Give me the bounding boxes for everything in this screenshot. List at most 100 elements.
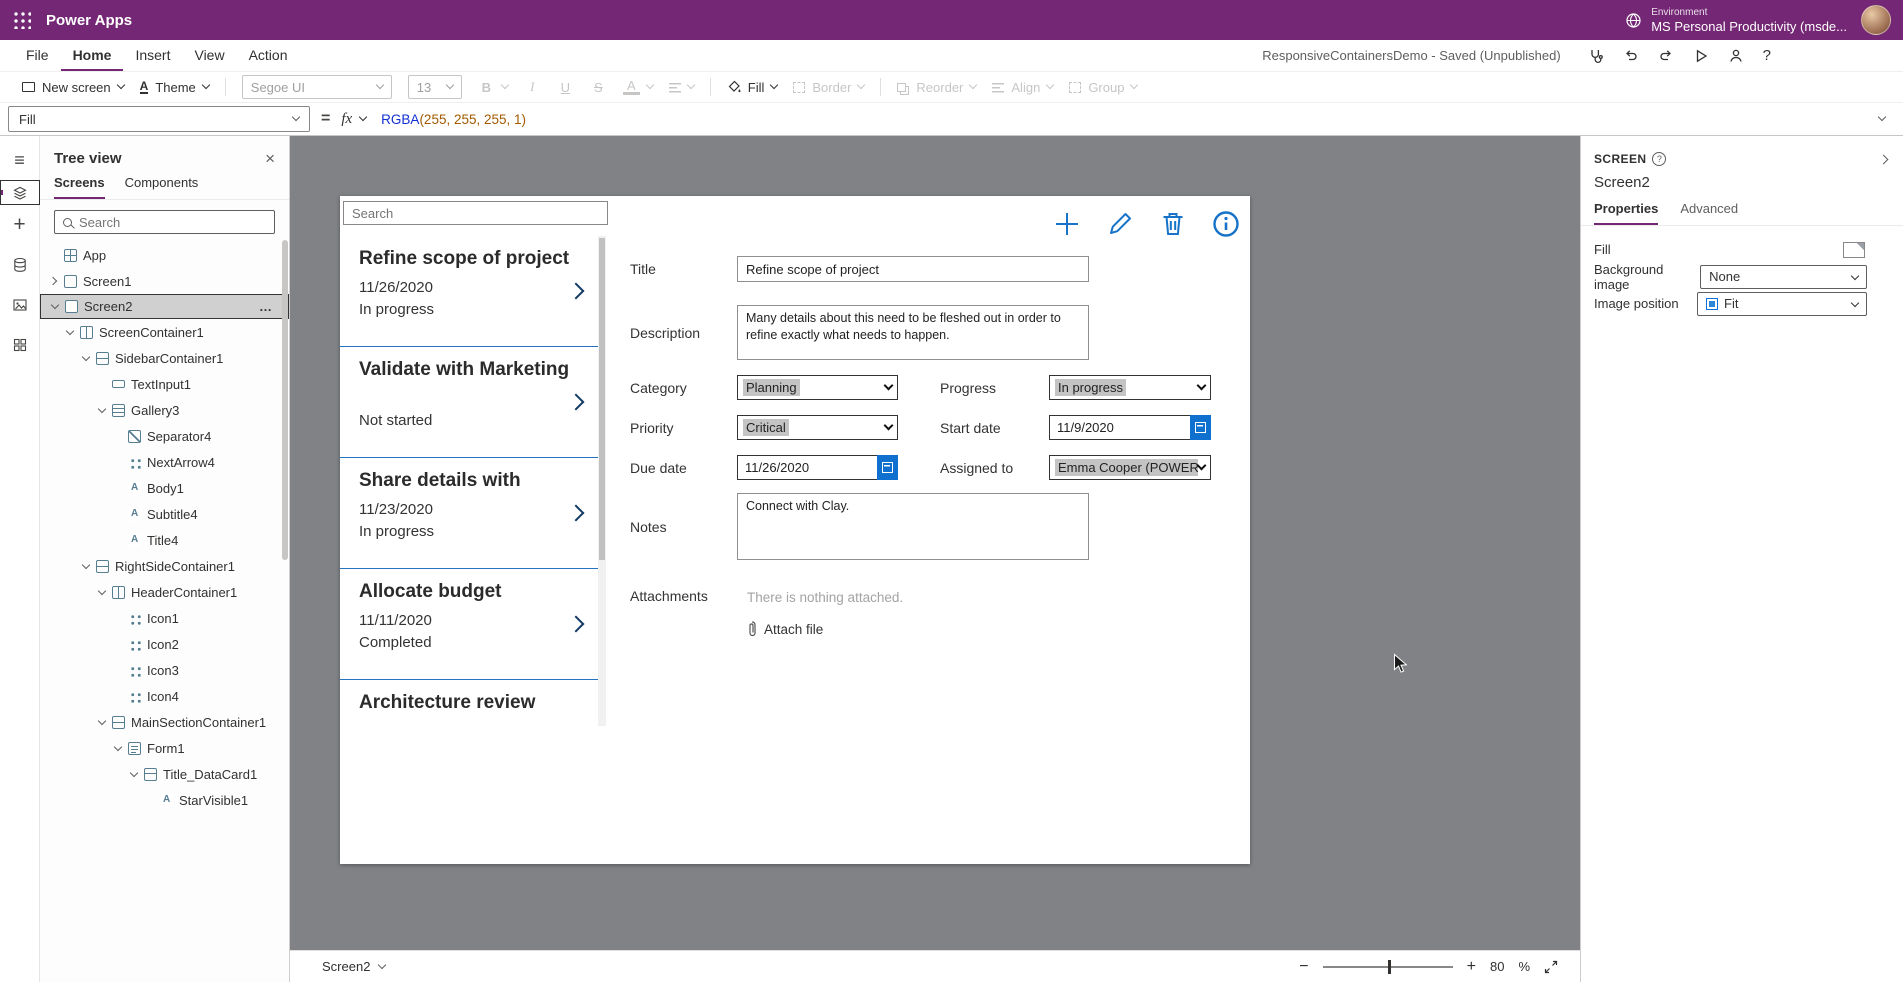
tree-expand-chevron-icon[interactable] <box>110 532 126 548</box>
delete-record-button[interactable] <box>1157 208 1189 240</box>
app-title[interactable]: Power Apps <box>46 12 132 29</box>
menu-item[interactable]: View <box>182 40 236 71</box>
tree-item[interactable]: RightSideContainer1 <box>40 553 289 579</box>
tree-item[interactable]: Icon4 <box>40 683 289 709</box>
strikethrough-button[interactable]: S <box>590 80 607 95</box>
tree-search-input[interactable] <box>79 215 266 230</box>
tree-item[interactable]: StarVisible1 <box>40 787 289 813</box>
tree-expand-chevron-icon[interactable] <box>94 376 110 392</box>
tree-expand-chevron-icon[interactable] <box>94 402 110 418</box>
advanced-tools-icon[interactable] <box>0 325 40 365</box>
tree-expand-chevron-icon[interactable] <box>110 428 126 444</box>
collapse-panel-icon[interactable] <box>1879 154 1889 164</box>
media-icon[interactable] <box>0 285 40 325</box>
gallery-item[interactable]: Validate with Marketing Not started <box>340 347 598 458</box>
fit-to-window-icon[interactable] <box>1544 960 1558 974</box>
category-dropdown[interactable]: Planning <box>737 375 898 400</box>
properties-tab[interactable]: Properties <box>1594 201 1658 225</box>
tree-item[interactable]: MainSectionContainer1 <box>40 709 289 735</box>
tree-scrollbar[interactable] <box>282 240 288 560</box>
gallery-item[interactable]: Refine scope of project 11/26/2020 In pr… <box>340 236 598 347</box>
calendar-icon[interactable] <box>1190 415 1211 440</box>
bold-button[interactable]: B <box>478 80 508 95</box>
redo-icon[interactable] <box>1656 46 1676 66</box>
preview-play-icon[interactable] <box>1691 46 1711 66</box>
zoom-in-button[interactable]: + <box>1467 959 1476 975</box>
title-field[interactable] <box>737 256 1089 282</box>
due-date-field[interactable] <box>737 455 898 480</box>
start-date-input[interactable] <box>1049 415 1190 440</box>
background-image-dropdown[interactable]: None <box>1700 265 1867 289</box>
insert-icon[interactable]: + <box>0 205 40 245</box>
help-circle-icon[interactable]: ? <box>1652 152 1666 166</box>
tree-view-icon[interactable] <box>0 180 40 205</box>
font-color-button[interactable]: A <box>623 79 653 95</box>
undo-icon[interactable] <box>1621 46 1641 66</box>
data-icon[interactable] <box>0 245 40 285</box>
tree-item[interactable]: Title_DataCard1 <box>40 761 289 787</box>
tree-expand-chevron-icon[interactable] <box>46 273 62 289</box>
tree-item[interactable]: Title4 <box>40 527 289 553</box>
tree-expand-chevron-icon[interactable] <box>46 247 62 263</box>
zoom-out-button[interactable]: − <box>1299 959 1308 975</box>
theme-button[interactable]: A Theme <box>140 80 209 95</box>
font-size-dropdown[interactable]: 13 <box>408 75 462 99</box>
reorder-button[interactable]: Reorder <box>897 80 976 95</box>
edit-record-button[interactable] <box>1104 208 1136 240</box>
notes-field[interactable]: Connect with Clay. <box>737 493 1089 560</box>
menu-item[interactable]: Action <box>237 40 300 71</box>
tree-expand-chevron-icon[interactable] <box>78 558 94 574</box>
start-date-field[interactable] <box>1049 415 1211 440</box>
tree-expand-chevron-icon[interactable] <box>110 688 126 704</box>
tree-expand-chevron-icon[interactable] <box>110 636 126 652</box>
tree-expand-chevron-icon[interactable] <box>78 350 94 366</box>
gallery-item[interactable]: Architecture review <box>340 680 598 726</box>
menu-item[interactable]: File <box>14 40 61 71</box>
tree-expand-chevron-icon[interactable] <box>110 506 126 522</box>
tree-item[interactable]: Icon3 <box>40 657 289 683</box>
gallery-scrollbar-thumb[interactable] <box>599 238 605 560</box>
tree-expand-chevron-icon[interactable] <box>47 299 63 315</box>
avatar[interactable] <box>1861 5 1891 35</box>
font-family-dropdown[interactable]: Segoe UI <box>242 75 392 99</box>
screen-selector[interactable]: Screen2 <box>322 959 385 974</box>
fill-button[interactable]: Fill <box>727 80 778 95</box>
help-icon[interactable]: ? <box>1761 47 1773 64</box>
attach-file-button[interactable]: Attach file <box>747 621 903 637</box>
app-preview[interactable]: Refine scope of project 11/26/2020 In pr… <box>340 196 1250 864</box>
gallery-scrollbar[interactable] <box>598 236 606 726</box>
tree-expand-chevron-icon[interactable] <box>110 454 126 470</box>
new-screen-button[interactable]: New screen <box>22 80 124 95</box>
border-button[interactable]: Border <box>793 80 864 95</box>
tree-tab[interactable]: Screens <box>54 175 105 199</box>
formula-bar-expand-icon[interactable] <box>1878 113 1886 121</box>
assigned-to-dropdown[interactable]: Emma Cooper (POWERAPP <box>1049 455 1211 480</box>
tree-item[interactable]: ScreenContainer1 <box>40 319 289 345</box>
gallery-search-input[interactable] <box>343 201 608 225</box>
align-button[interactable]: Align <box>992 80 1053 95</box>
tree-search-box[interactable] <box>54 210 275 234</box>
tree-item[interactable]: HeaderContainer1 <box>40 579 289 605</box>
collapse-rail-icon[interactable]: ≡ <box>0 140 40 180</box>
app-checker-icon[interactable] <box>1586 46 1606 66</box>
zoom-slider-thumb[interactable] <box>1388 960 1391 974</box>
formula-input[interactable]: RGBA(255, 255, 255, 1) <box>381 112 526 127</box>
waffle-menu-icon[interactable] <box>0 0 44 40</box>
fill-color-swatch[interactable] <box>1843 242 1865 258</box>
tree-item[interactable]: Icon1 <box>40 605 289 631</box>
image-position-dropdown[interactable]: Fit <box>1697 292 1867 316</box>
priority-dropdown[interactable]: Critical <box>737 415 898 440</box>
gallery-item[interactable]: Allocate budget 11/11/2020 Completed <box>340 569 598 680</box>
tree-expand-chevron-icon[interactable] <box>94 584 110 600</box>
tree-expand-chevron-icon[interactable] <box>62 324 78 340</box>
tree-item[interactable]: Gallery3 <box>40 397 289 423</box>
tree-item-overflow-button[interactable]: … <box>259 299 283 314</box>
tree-expand-chevron-icon[interactable] <box>110 740 126 756</box>
environment-picker[interactable]: Environment MS Personal Productivity (ms… <box>1625 7 1847 34</box>
fx-dropdown[interactable]: fx <box>341 111 366 128</box>
gallery-item[interactable]: Share details with 11/23/2020 In progres… <box>340 458 598 569</box>
group-button[interactable]: Group <box>1069 80 1137 95</box>
tree-expand-chevron-icon[interactable] <box>110 610 126 626</box>
calendar-icon[interactable] <box>877 455 898 480</box>
tree-item[interactable]: NextArrow4 <box>40 449 289 475</box>
